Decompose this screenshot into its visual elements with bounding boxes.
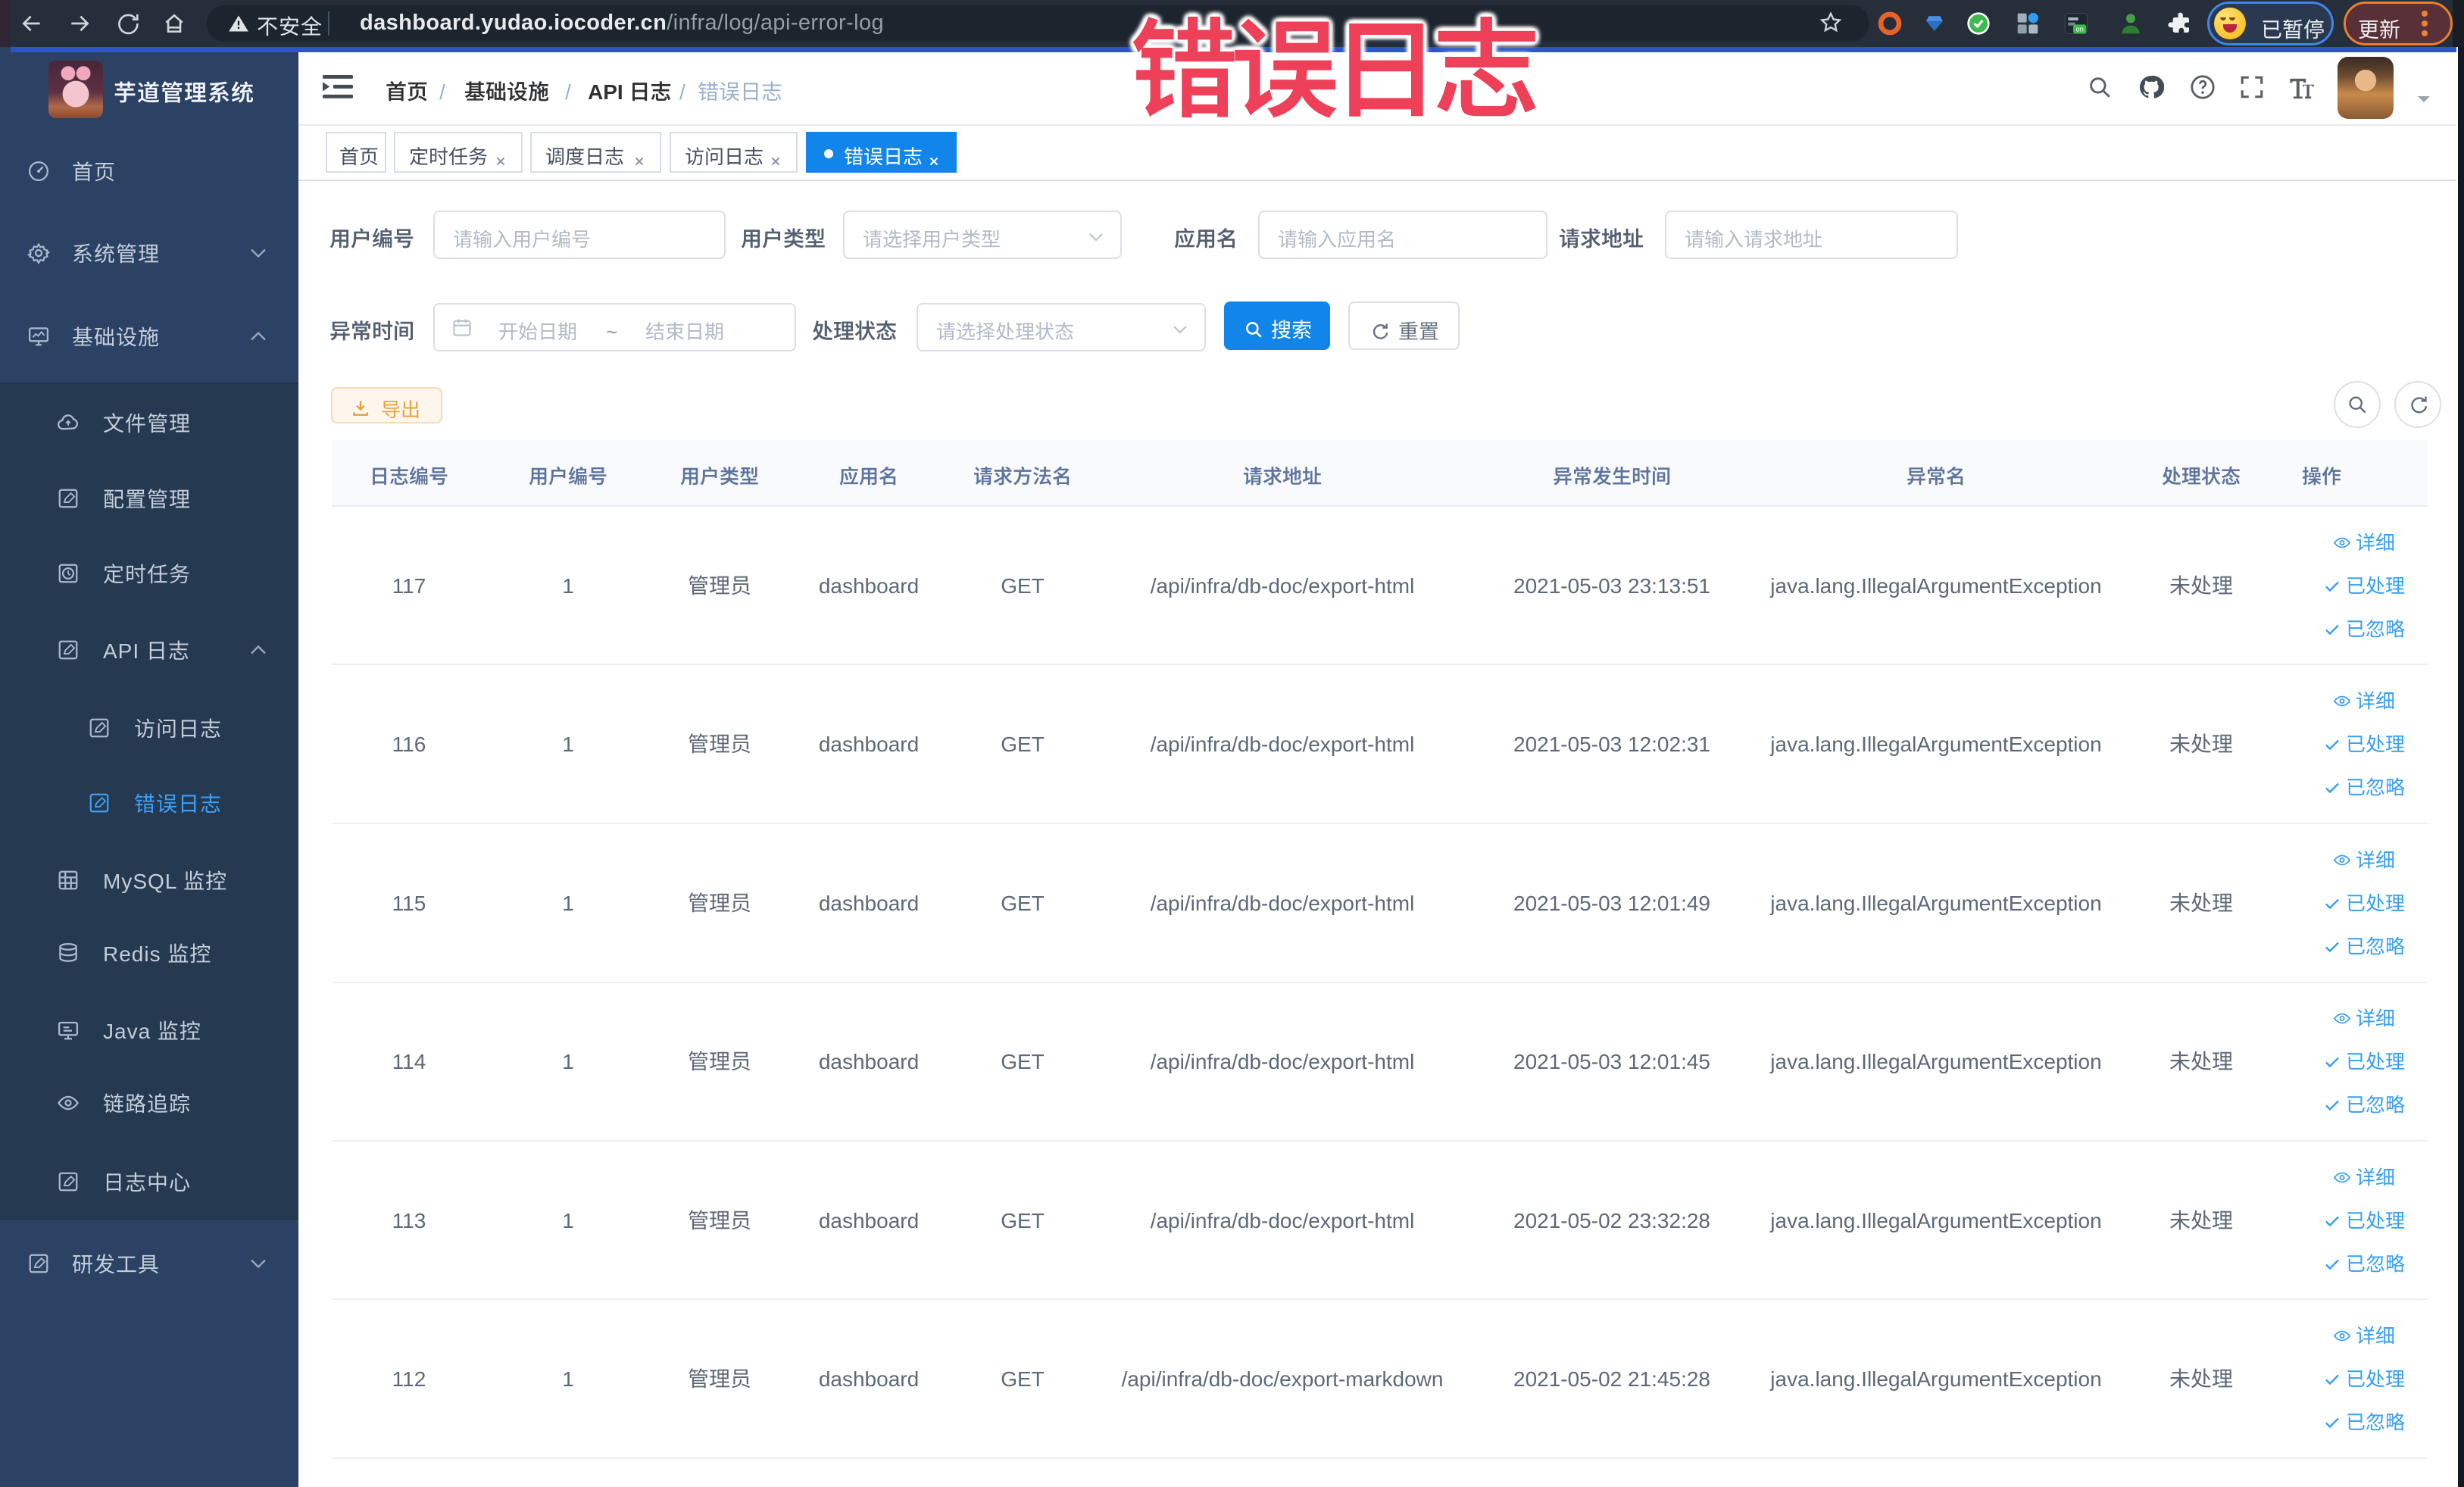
svg-text:on: on [2075, 26, 2083, 33]
